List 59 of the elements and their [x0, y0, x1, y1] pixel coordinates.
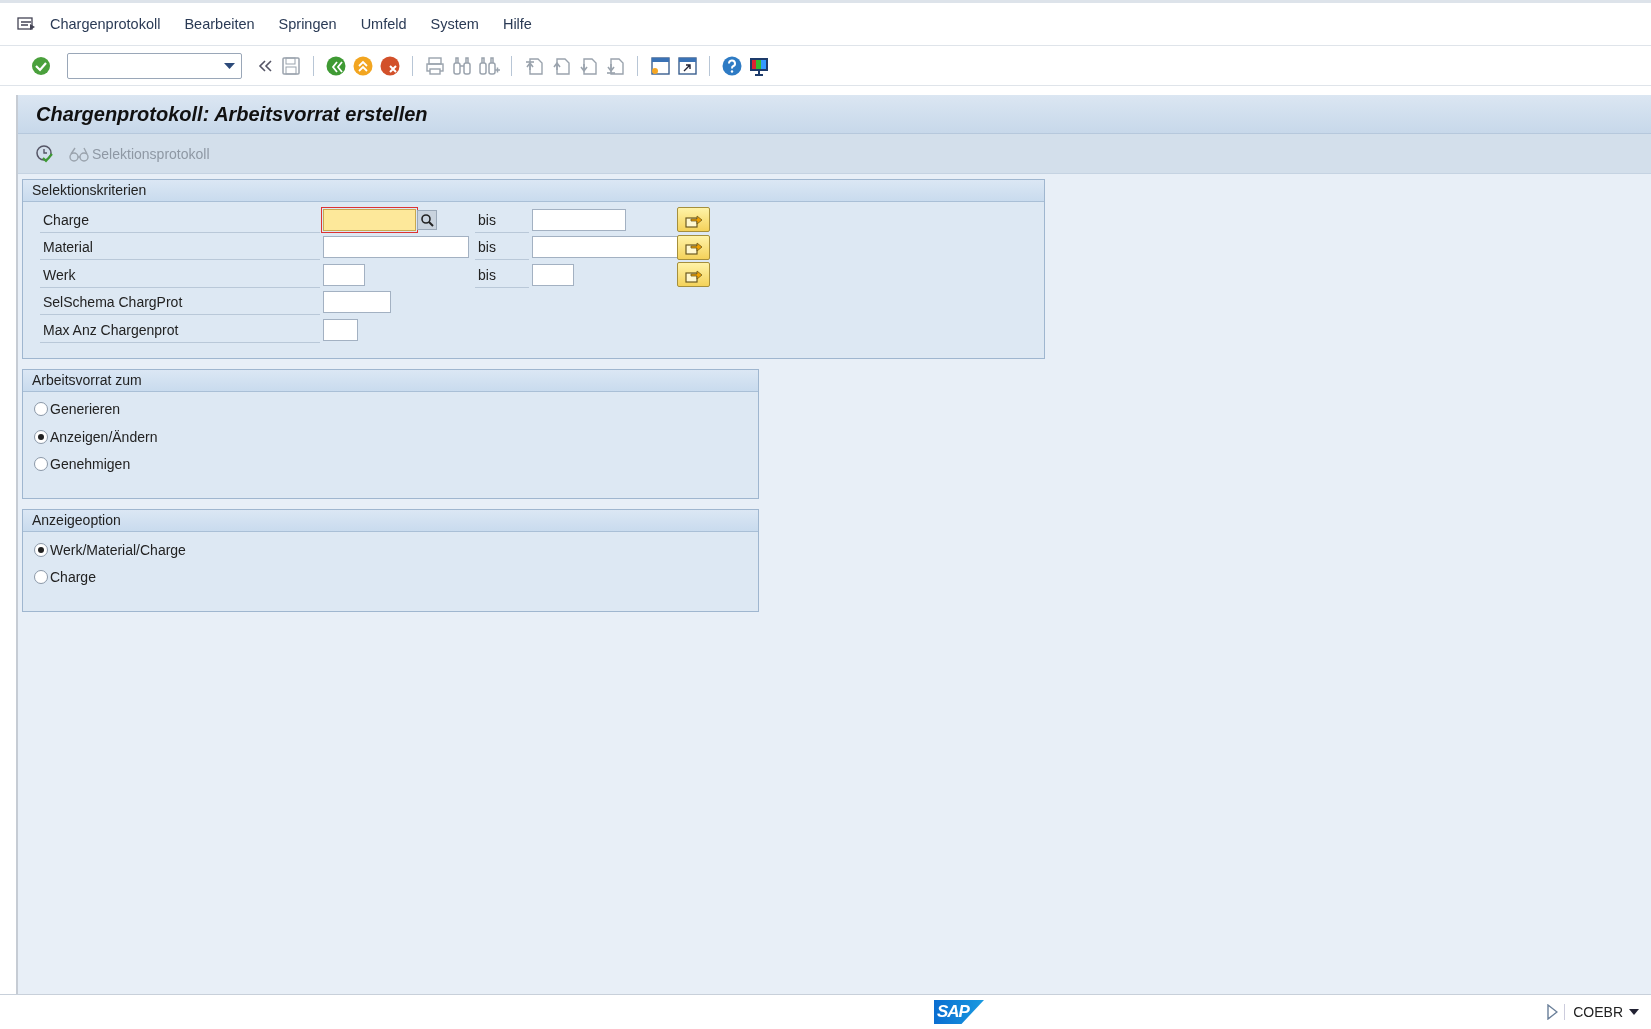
- field-label: Max Anz Chargenprot: [40, 316, 320, 343]
- back-icon[interactable]: [325, 54, 347, 77]
- radio-button[interactable]: [34, 542, 48, 557]
- radio-button[interactable]: [34, 402, 48, 417]
- field-label: SelSchema ChargProt: [40, 289, 320, 316]
- save-icon[interactable]: [280, 54, 302, 77]
- radio-option[interactable]: Werk/Material/Charge: [23, 536, 758, 564]
- exit-icon[interactable]: [352, 54, 374, 77]
- radio-option[interactable]: Genehmigen: [23, 450, 758, 478]
- sap-logo: SAP: [934, 1000, 984, 1024]
- input-field[interactable]: [323, 208, 416, 231]
- cancel-icon[interactable]: [379, 54, 401, 77]
- radio-option[interactable]: Charge: [23, 563, 758, 591]
- input-field[interactable]: [323, 263, 365, 286]
- dropdown-caret-icon: [1629, 1009, 1639, 1015]
- menu-item[interactable]: Chargenprotokoll: [38, 12, 173, 36]
- menu-item[interactable]: Hilfe: [490, 12, 544, 36]
- group-title: Anzeigeoption: [23, 510, 758, 532]
- input-field[interactable]: [323, 236, 469, 259]
- binoculars-icon[interactable]: [451, 54, 473, 77]
- input-field[interactable]: [323, 291, 391, 314]
- input-field[interactable]: [323, 318, 358, 341]
- input-field[interactable]: [532, 236, 679, 259]
- menu-item[interactable]: Bearbeiten: [172, 12, 267, 36]
- field-label: Material: [40, 234, 320, 261]
- multiple-selection-button[interactable]: [677, 234, 710, 260]
- radio-option[interactable]: Anzeigen/Ändern: [23, 423, 758, 451]
- multiple-selection-button[interactable]: [677, 262, 710, 288]
- command-field[interactable]: [67, 52, 242, 79]
- screen-title: Chargenprotokoll: Arbeitsvorrat erstellen: [36, 102, 428, 126]
- menu-item[interactable]: Springen: [266, 12, 349, 36]
- binoculars-plus-icon[interactable]: [478, 54, 500, 77]
- radio-button[interactable]: [34, 429, 48, 444]
- expand-triangle-icon[interactable]: [1546, 1004, 1559, 1020]
- group-title: Selektionskriterien: [23, 180, 1044, 202]
- group-title: Arbeitsvorrat zum: [23, 369, 758, 392]
- clock-check-icon: [34, 142, 56, 165]
- new-window-icon[interactable]: [649, 54, 671, 77]
- radio-option[interactable]: Generieren: [23, 395, 758, 423]
- input-field[interactable]: [532, 263, 574, 286]
- radio-button[interactable]: [34, 457, 48, 472]
- print-icon[interactable]: [424, 54, 446, 77]
- field-label: Charge: [40, 206, 320, 233]
- shortcut-window-icon[interactable]: [676, 54, 698, 77]
- multiple-selection-button[interactable]: [677, 207, 710, 233]
- radio-button[interactable]: [34, 570, 48, 585]
- range-to-label: bis: [475, 206, 529, 233]
- menu-item[interactable]: System: [418, 12, 491, 36]
- field-label: Werk: [40, 261, 320, 288]
- help-icon[interactable]: [721, 54, 743, 77]
- range-to-label: bis: [475, 234, 529, 261]
- search-icon: [420, 212, 434, 227]
- range-to-label: bis: [475, 261, 529, 288]
- menu-item[interactable]: Umfeld: [348, 12, 419, 36]
- search-help-button[interactable]: [417, 209, 437, 230]
- confirm-icon[interactable]: [30, 54, 52, 77]
- system-info[interactable]: COEBR: [1564, 1004, 1639, 1020]
- input-field[interactable]: [532, 208, 626, 231]
- dropdown-caret-icon[interactable]: [224, 62, 235, 69]
